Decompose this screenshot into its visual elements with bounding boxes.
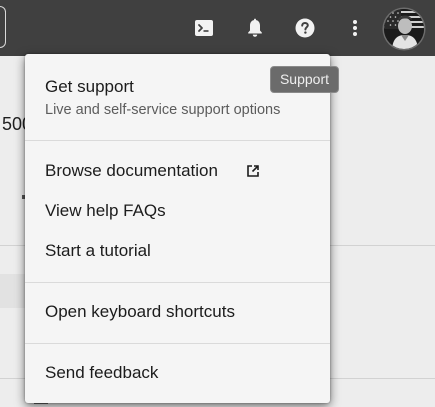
menu-item-send-feedback[interactable]: Send feedback xyxy=(25,355,330,393)
search-box[interactable] xyxy=(0,6,6,48)
menu-item-keyboard-shortcuts[interactable]: Open keyboard shortcuts xyxy=(25,294,330,332)
menu-item-start-tutorial[interactable]: Start a tutorial xyxy=(25,232,330,270)
menu-item-label: Start a tutorial xyxy=(45,241,151,260)
terminal-icon[interactable] xyxy=(192,16,216,40)
menu-item-label: Open keyboard shortcuts xyxy=(45,302,235,321)
more-vertical-icon[interactable] xyxy=(343,16,367,40)
menu-divider xyxy=(25,343,330,344)
menu-item-sublabel: Live and self-service support options xyxy=(45,102,281,118)
menu-divider xyxy=(25,282,330,283)
menu-item-label: Get support xyxy=(45,77,134,96)
external-link-icon xyxy=(246,164,260,178)
menu-item-browse-documentation[interactable]: Browse documentation xyxy=(25,152,330,190)
bell-icon[interactable] xyxy=(243,16,267,40)
avatar[interactable] xyxy=(384,9,424,49)
menu-item-label: Browse documentation xyxy=(45,161,218,180)
menu-item-label: View help FAQs xyxy=(45,201,166,220)
top-app-bar xyxy=(0,0,435,56)
menu-item-label: Send feedback xyxy=(45,363,159,382)
menu-item-view-help-faqs[interactable]: View help FAQs xyxy=(25,192,330,230)
help-icon[interactable] xyxy=(293,16,317,40)
support-menu: Get support Live and self-service suppor… xyxy=(25,54,330,403)
menu-divider xyxy=(25,140,330,141)
support-tooltip: Support xyxy=(270,66,339,93)
